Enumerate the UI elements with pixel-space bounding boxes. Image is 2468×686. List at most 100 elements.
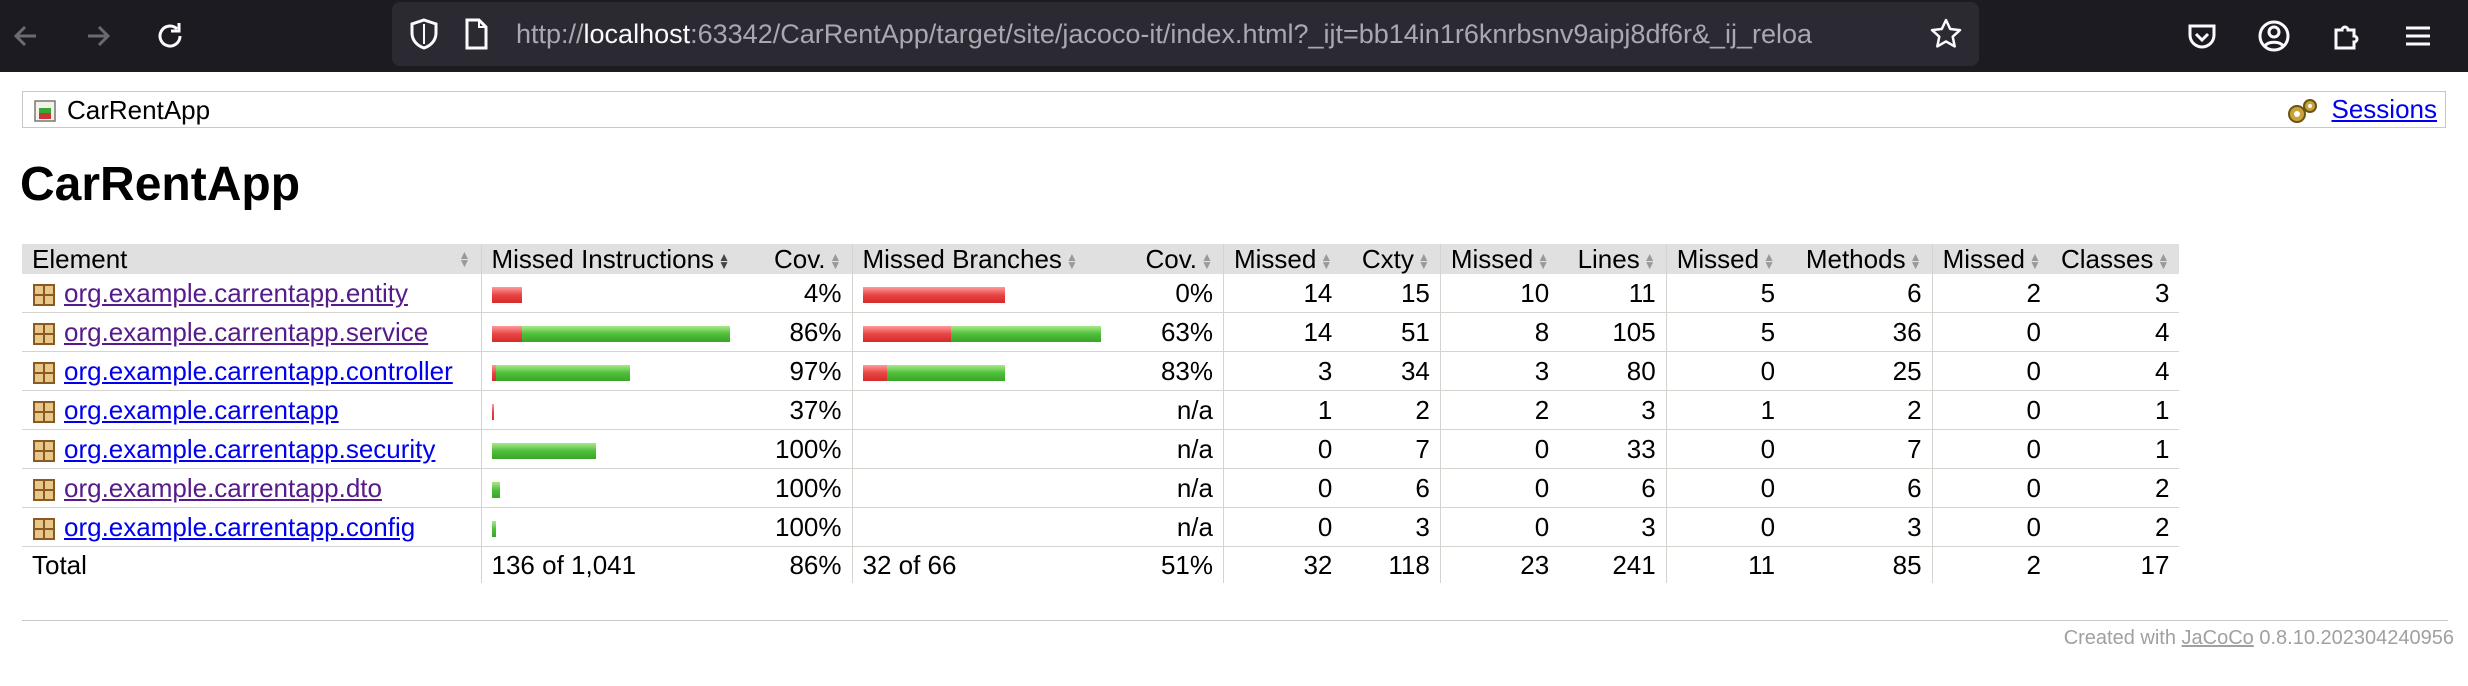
header-lines[interactable]: Lines ▲ ▼: [1559, 244, 1667, 274]
header-label: Lines: [1577, 244, 1640, 274]
bookmark-star-icon[interactable]: [1928, 16, 1964, 52]
missed-methods: 5: [1665, 312, 1786, 352]
package-link[interactable]: org.example.carrentapp.service: [64, 317, 428, 347]
branches-bar-cell: [851, 274, 1111, 313]
missed-methods: 0: [1665, 351, 1786, 391]
sort-icon: ▲ ▼: [1320, 250, 1333, 273]
header-label: Missed Instructions: [491, 244, 715, 274]
header-missed-classes[interactable]: Missed ▲ ▼: [1931, 244, 2051, 274]
instructions-bar-cell: [480, 507, 748, 547]
package-link[interactable]: org.example.carrentapp.config: [64, 512, 415, 542]
methods: 3: [1785, 507, 1933, 547]
instructions-cov: 100%: [748, 429, 852, 469]
cxty: 2: [1342, 390, 1441, 430]
package-cell: org.example.carrentapp.entity: [22, 274, 481, 313]
reload-icon: [158, 23, 182, 48]
header-missed-cxty[interactable]: Missed ▲ ▼: [1223, 244, 1343, 274]
covered-bar: [491, 521, 496, 538]
methods: 2: [1785, 390, 1933, 430]
methods: 6: [1785, 468, 1933, 508]
header-element[interactable]: Element ▲ ▼: [22, 244, 481, 274]
sort-icon: ▲ ▼: [1909, 250, 1922, 273]
table-row: org.example.carrentapp.entity 4% 0% 14 15 10 1…: [22, 274, 2180, 313]
branches-cov: 63%: [1110, 312, 1224, 352]
missed-classes: 0: [1931, 468, 2051, 508]
account-button[interactable]: [2252, 14, 2296, 58]
address-bar[interactable]: http://localhost:63342/CarRentApp/target…: [392, 2, 1979, 66]
missed-lines: 3: [1439, 351, 1560, 391]
methods: 36: [1785, 312, 1933, 352]
header-missed-methods[interactable]: Missed ▲ ▼: [1665, 244, 1786, 274]
branches-bar-cell: [851, 351, 1111, 391]
lines: 11: [1559, 274, 1667, 313]
header-methods[interactable]: Methods ▲ ▼: [1785, 244, 1933, 274]
missed-cxty: 3: [1223, 351, 1343, 391]
reload-button[interactable]: [148, 14, 192, 58]
url-text[interactable]: http://localhost:63342/CarRentApp/target…: [516, 2, 1866, 66]
sessions-icon: [2288, 99, 2317, 123]
header-classes[interactable]: Classes ▲ ▼: [2050, 244, 2180, 274]
report-icon: [34, 100, 56, 122]
shield-icon[interactable]: [406, 16, 442, 52]
package-link[interactable]: org.example.carrentapp.controller: [64, 356, 453, 386]
total-missed-classes: 2: [1931, 546, 2051, 583]
header-branches-cov[interactable]: Cov. ▲ ▼: [1110, 244, 1224, 274]
total-label: Total: [22, 546, 481, 583]
sessions-link[interactable]: Sessions: [2332, 92, 2438, 126]
missed-methods: 1: [1665, 390, 1786, 430]
table-row: org.example.carrentapp 37% n/a 1 2 2 3 1 2 0 1: [22, 390, 2180, 430]
total-instructions: 136 of 1,041: [480, 546, 748, 583]
lines: 33: [1559, 429, 1667, 469]
sort-icon: ▲ ▼: [1201, 250, 1213, 273]
missed-classes: 0: [1931, 312, 2051, 352]
header-label: Missed Branches: [862, 244, 1062, 274]
covered-bar: [491, 482, 500, 499]
header-missed-lines[interactable]: Missed ▲ ▼: [1439, 244, 1560, 274]
branches-bar-cell: [851, 468, 1111, 508]
sort-icon: ▲ ▼: [1643, 250, 1656, 273]
branches-cov: 0%: [1110, 274, 1224, 313]
header-label: Cov.: [1145, 244, 1197, 274]
menu-button[interactable]: [2396, 14, 2440, 58]
sort-icon: ▲ ▼: [1417, 250, 1430, 273]
cxty: 3: [1342, 507, 1441, 547]
header-instructions-cov[interactable]: Cov. ▲ ▼: [748, 244, 852, 274]
package-cell: org.example.carrentapp.service: [22, 312, 481, 352]
missed-cxty: 0: [1223, 507, 1343, 547]
missed-methods: 0: [1665, 507, 1786, 547]
instructions-bar-cell: [480, 351, 748, 391]
forward-button[interactable]: [76, 14, 120, 58]
header-label: Element: [32, 244, 128, 274]
sort-icon: ▲ ▼: [2028, 250, 2041, 273]
total-lines: 241: [1559, 546, 1667, 583]
package-link[interactable]: org.example.carrentapp: [64, 395, 339, 425]
pocket-button[interactable]: [2180, 14, 2224, 58]
page-icon[interactable]: [458, 16, 494, 52]
missed-lines: 0: [1439, 507, 1560, 547]
instructions-bar-cell: [480, 312, 748, 352]
extensions-button[interactable]: [2324, 14, 2368, 58]
lines: 80: [1559, 351, 1667, 391]
header-missed-instructions[interactable]: Missed Instructions ▲ ▼: [480, 244, 748, 274]
header-label: Methods: [1805, 244, 1906, 274]
back-button[interactable]: [4, 14, 48, 58]
missed-methods: 0: [1665, 468, 1786, 508]
footer-version: 0.8.10.202304240956: [2253, 627, 2454, 649]
package-link[interactable]: org.example.carrentapp.security: [64, 434, 435, 464]
missed-classes: 0: [1931, 351, 2051, 391]
header-missed-branches[interactable]: Missed Branches ▲ ▼: [851, 244, 1111, 274]
table-row: org.example.carrentapp.security 100% n/a 0 7…: [22, 429, 2180, 469]
package-link[interactable]: org.example.carrentapp.dto: [64, 473, 382, 503]
branches-bar-cell: [851, 507, 1111, 547]
header-label: Missed: [1450, 244, 1534, 274]
missed-classes: 0: [1931, 390, 2051, 430]
package-icon: [33, 362, 55, 385]
jacoco-link[interactable]: JaCoCo: [2182, 627, 2254, 649]
package-link[interactable]: org.example.carrentapp.entity: [64, 278, 408, 308]
missed-bar: [862, 287, 1005, 304]
header-cxty[interactable]: Cxty ▲ ▼: [1342, 244, 1441, 274]
branches-bar-cell: [851, 312, 1111, 352]
package-cell: org.example.carrentapp.config: [22, 507, 481, 547]
header-label: Missed: [1676, 244, 1760, 274]
missed-methods: 0: [1665, 429, 1786, 469]
